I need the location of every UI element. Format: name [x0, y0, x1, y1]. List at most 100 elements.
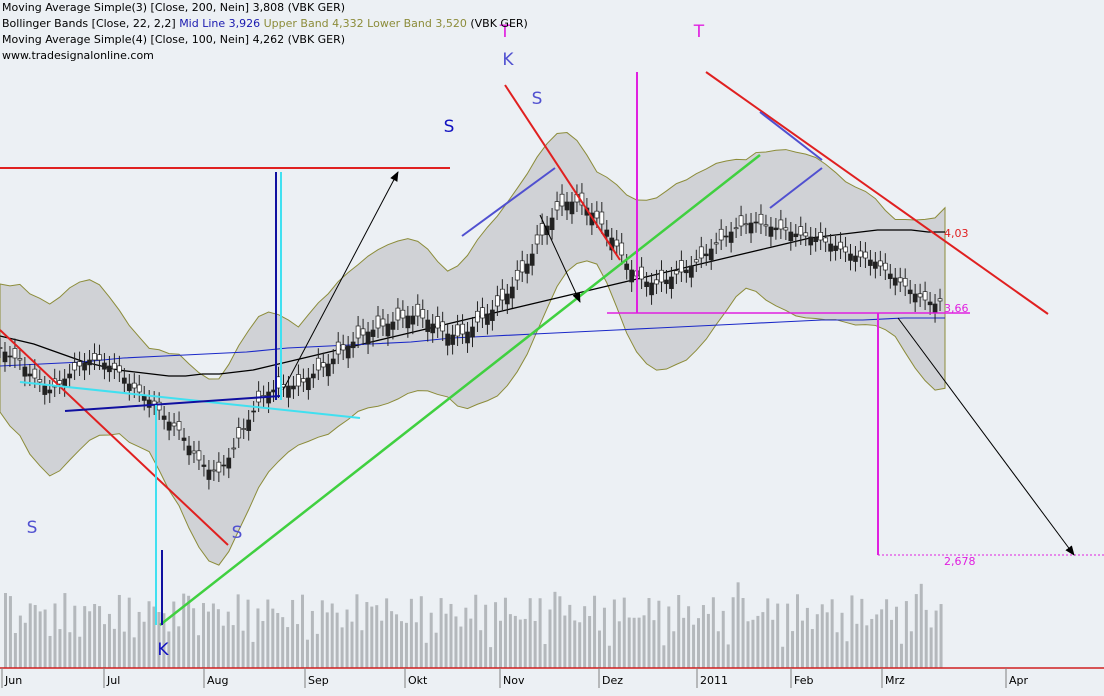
x-tick-label: Sep [308, 674, 329, 687]
volume-bar [246, 599, 250, 668]
candle-body [291, 385, 296, 390]
candle-body [907, 289, 913, 295]
volume-bar [860, 598, 864, 668]
volume-bar [429, 612, 433, 668]
candle-body [624, 263, 630, 270]
candle-body [659, 269, 664, 283]
price-label-middle: 3,66 [944, 302, 969, 315]
volume-bar [518, 619, 522, 668]
candle-body [186, 445, 192, 456]
candle-body [82, 362, 87, 371]
candle-body [679, 260, 684, 273]
candle-body [335, 341, 341, 355]
candle-body [703, 253, 709, 257]
legend-website: www.tradesignalonline.com [2, 49, 154, 62]
candle-body [564, 201, 570, 211]
volume-bar [627, 617, 631, 668]
volume-bar [632, 617, 636, 668]
volume-bar [202, 603, 205, 668]
candle-body [0, 347, 3, 349]
candle-body [480, 307, 485, 319]
volume-bar [28, 603, 32, 668]
volume-bar [850, 595, 854, 668]
candle-body [475, 310, 480, 323]
volume-bar [23, 622, 27, 668]
volume-bar [122, 631, 126, 668]
legend-bb-upper: Upper Band 4,332 [263, 17, 364, 30]
volume-bar [751, 619, 755, 668]
candle-body [743, 223, 749, 226]
volume-bar [741, 598, 745, 668]
legend-bollinger: Bollinger Bands [Close, 22, 2,2] Mid Lin… [2, 16, 528, 32]
candle-body [216, 461, 222, 473]
candle-body [892, 277, 898, 286]
volume-bar [939, 604, 943, 668]
candle-body [499, 288, 505, 301]
pattern-label: S [444, 117, 455, 137]
candle-body [22, 366, 28, 377]
candle-body [425, 319, 431, 332]
bollinger-band [0, 132, 946, 566]
candle-body [858, 250, 863, 258]
volume-bar [924, 609, 928, 668]
volume-bar [112, 628, 116, 668]
candle-body [450, 334, 455, 345]
volume-bar [8, 596, 12, 668]
volume-bar [127, 597, 131, 668]
volume-bar [395, 614, 399, 668]
candle-body [201, 464, 207, 467]
candle-body [649, 282, 654, 296]
volume-bar [320, 600, 324, 668]
candle-body [504, 293, 510, 305]
candle-body [713, 242, 719, 245]
legend-ma100: Moving Average Simple(4) [Close, 100, Ne… [2, 33, 346, 46]
candle-body [102, 362, 107, 370]
candle-body [853, 255, 858, 262]
x-tick-label: Okt [408, 674, 428, 687]
volume-bar [746, 621, 750, 668]
volume-bar [895, 606, 898, 668]
legend: Moving Average Simple(3) [Close, 200, Ne… [2, 0, 528, 64]
candle-body [932, 303, 938, 314]
volume-bar [513, 615, 517, 668]
candle-body [669, 276, 674, 289]
volume-bar [414, 622, 418, 668]
volume-bar [687, 606, 691, 668]
candle-body [495, 295, 500, 307]
candle-body [166, 421, 172, 431]
candle-body [206, 469, 212, 480]
volume-bar [4, 593, 7, 668]
candle-body [688, 265, 694, 278]
volume-bar [899, 643, 903, 668]
pattern-label: S [27, 518, 38, 538]
volume-bar [815, 614, 819, 668]
volume-bar [390, 611, 394, 668]
volume-bar [78, 636, 82, 668]
pattern-label: S [232, 523, 243, 543]
candle-body [191, 450, 197, 454]
volume-bar [553, 591, 557, 668]
volume-bar [286, 627, 290, 668]
volume-bar [593, 595, 597, 668]
candle-body [2, 351, 8, 363]
volume-bar [588, 616, 592, 668]
volume-bar [875, 614, 879, 668]
volume-bar [880, 609, 884, 668]
candle-body [823, 237, 828, 243]
candle-body [848, 253, 853, 261]
price-label-upper: 4,03 [944, 227, 969, 240]
volume-bar [365, 602, 369, 668]
candle-body [121, 377, 127, 384]
volume-bar [771, 619, 775, 668]
candle-body [226, 457, 232, 469]
volume-bar [796, 594, 799, 668]
volume-bar [103, 624, 106, 668]
candle-body [27, 373, 33, 377]
candle-body [828, 243, 833, 252]
candle-body [325, 363, 331, 377]
candle-body [902, 278, 908, 287]
candle-body [485, 313, 490, 325]
pattern-label: K [157, 640, 169, 660]
candle-body [400, 309, 406, 319]
volume-bar [622, 597, 626, 668]
